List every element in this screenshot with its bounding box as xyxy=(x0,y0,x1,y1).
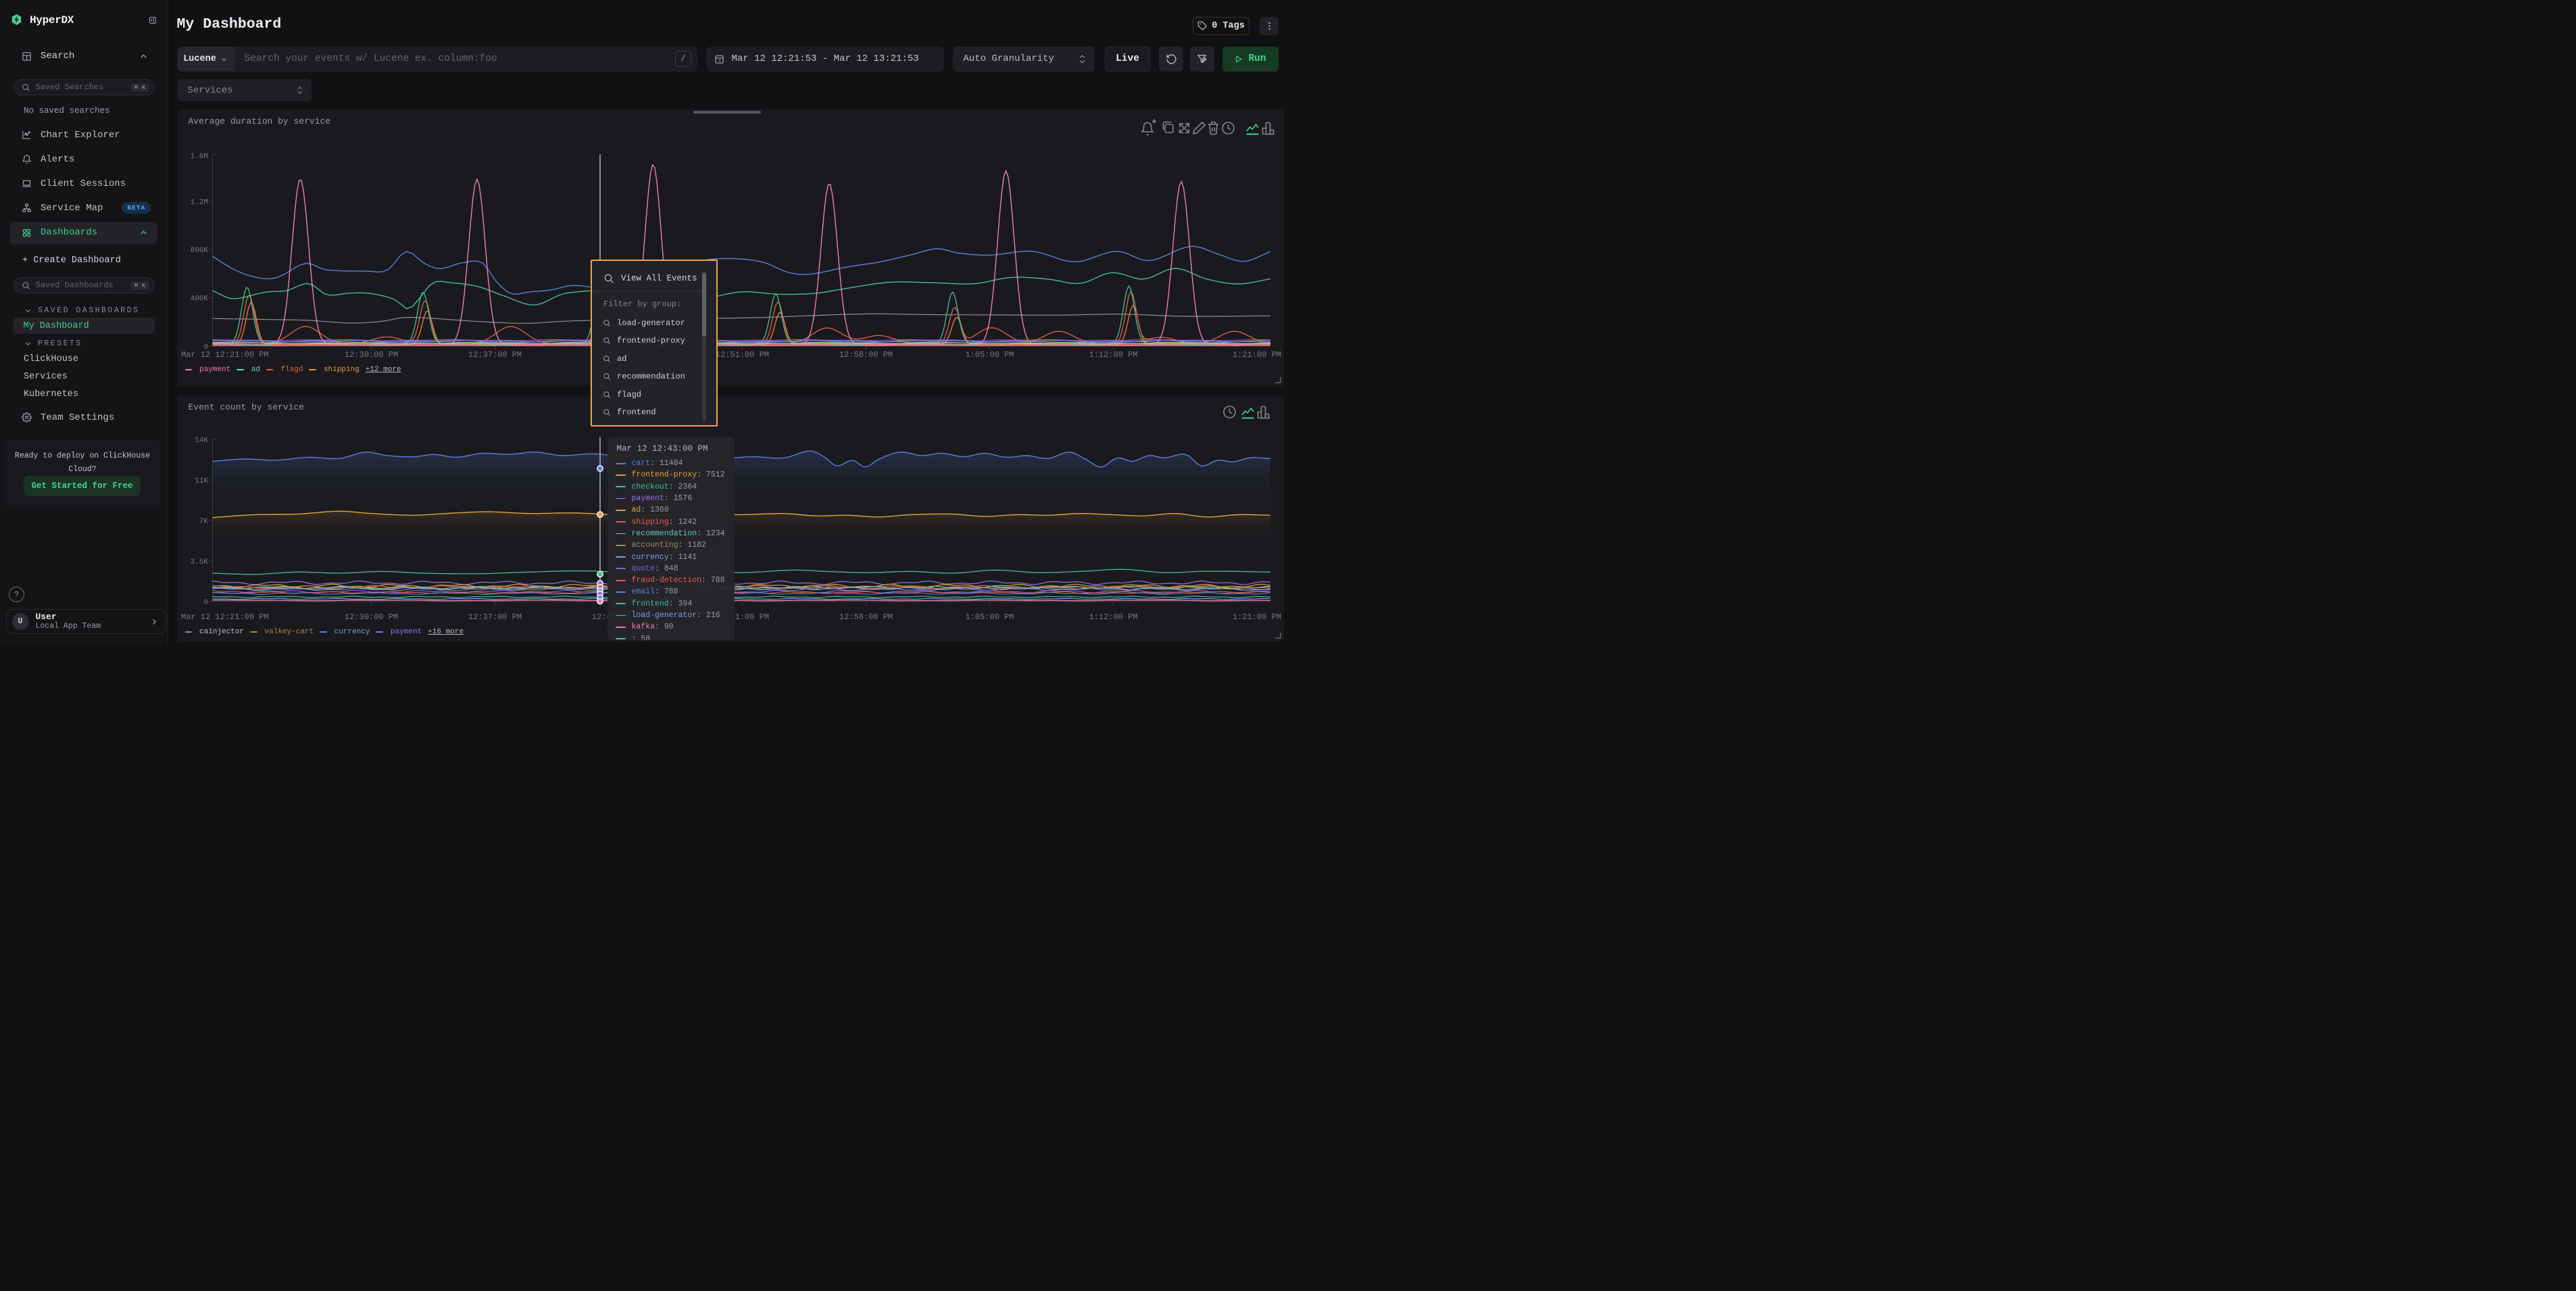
svg-text:12:37:00 PM: 12:37:00 PM xyxy=(468,612,521,622)
svg-text:Mar 12 12:21:00 PM: Mar 12 12:21:00 PM xyxy=(181,350,269,360)
svg-text:12:30:00 PM: 12:30:00 PM xyxy=(344,350,397,360)
svg-text:1.2M: 1.2M xyxy=(190,199,207,207)
svg-text:12:51:00 PM: 12:51:00 PM xyxy=(715,350,768,360)
svg-text:12:37:00 PM: 12:37:00 PM xyxy=(468,350,521,360)
svg-text:1:12:00 PM: 1:12:00 PM xyxy=(1089,350,1137,360)
svg-text:3.5K: 3.5K xyxy=(190,558,208,566)
svg-text:14K: 14K xyxy=(195,437,208,445)
svg-text:Mar 12 12:21:00 PM: Mar 12 12:21:00 PM xyxy=(181,612,269,622)
svg-text:12:58:00 PM: 12:58:00 PM xyxy=(839,612,892,622)
svg-text:12:58:00 PM: 12:58:00 PM xyxy=(839,350,892,360)
svg-text:400K: 400K xyxy=(190,295,208,303)
svg-text:11K: 11K xyxy=(195,477,208,485)
svg-text:800K: 800K xyxy=(190,247,208,255)
svg-text:1.6M: 1.6M xyxy=(190,153,207,161)
svg-text:7K: 7K xyxy=(199,518,208,526)
svg-text:1:21:00 PM: 1:21:00 PM xyxy=(1232,612,1281,622)
svg-text:1:05:00 PM: 1:05:00 PM xyxy=(965,350,1014,360)
svg-text:1:21:00 PM: 1:21:00 PM xyxy=(1232,350,1281,360)
svg-text:12:30:00 PM: 12:30:00 PM xyxy=(344,612,397,622)
svg-text:0: 0 xyxy=(203,599,208,607)
svg-text:1:12:00 PM: 1:12:00 PM xyxy=(1089,612,1137,622)
svg-text:1:05:00 PM: 1:05:00 PM xyxy=(965,612,1014,622)
